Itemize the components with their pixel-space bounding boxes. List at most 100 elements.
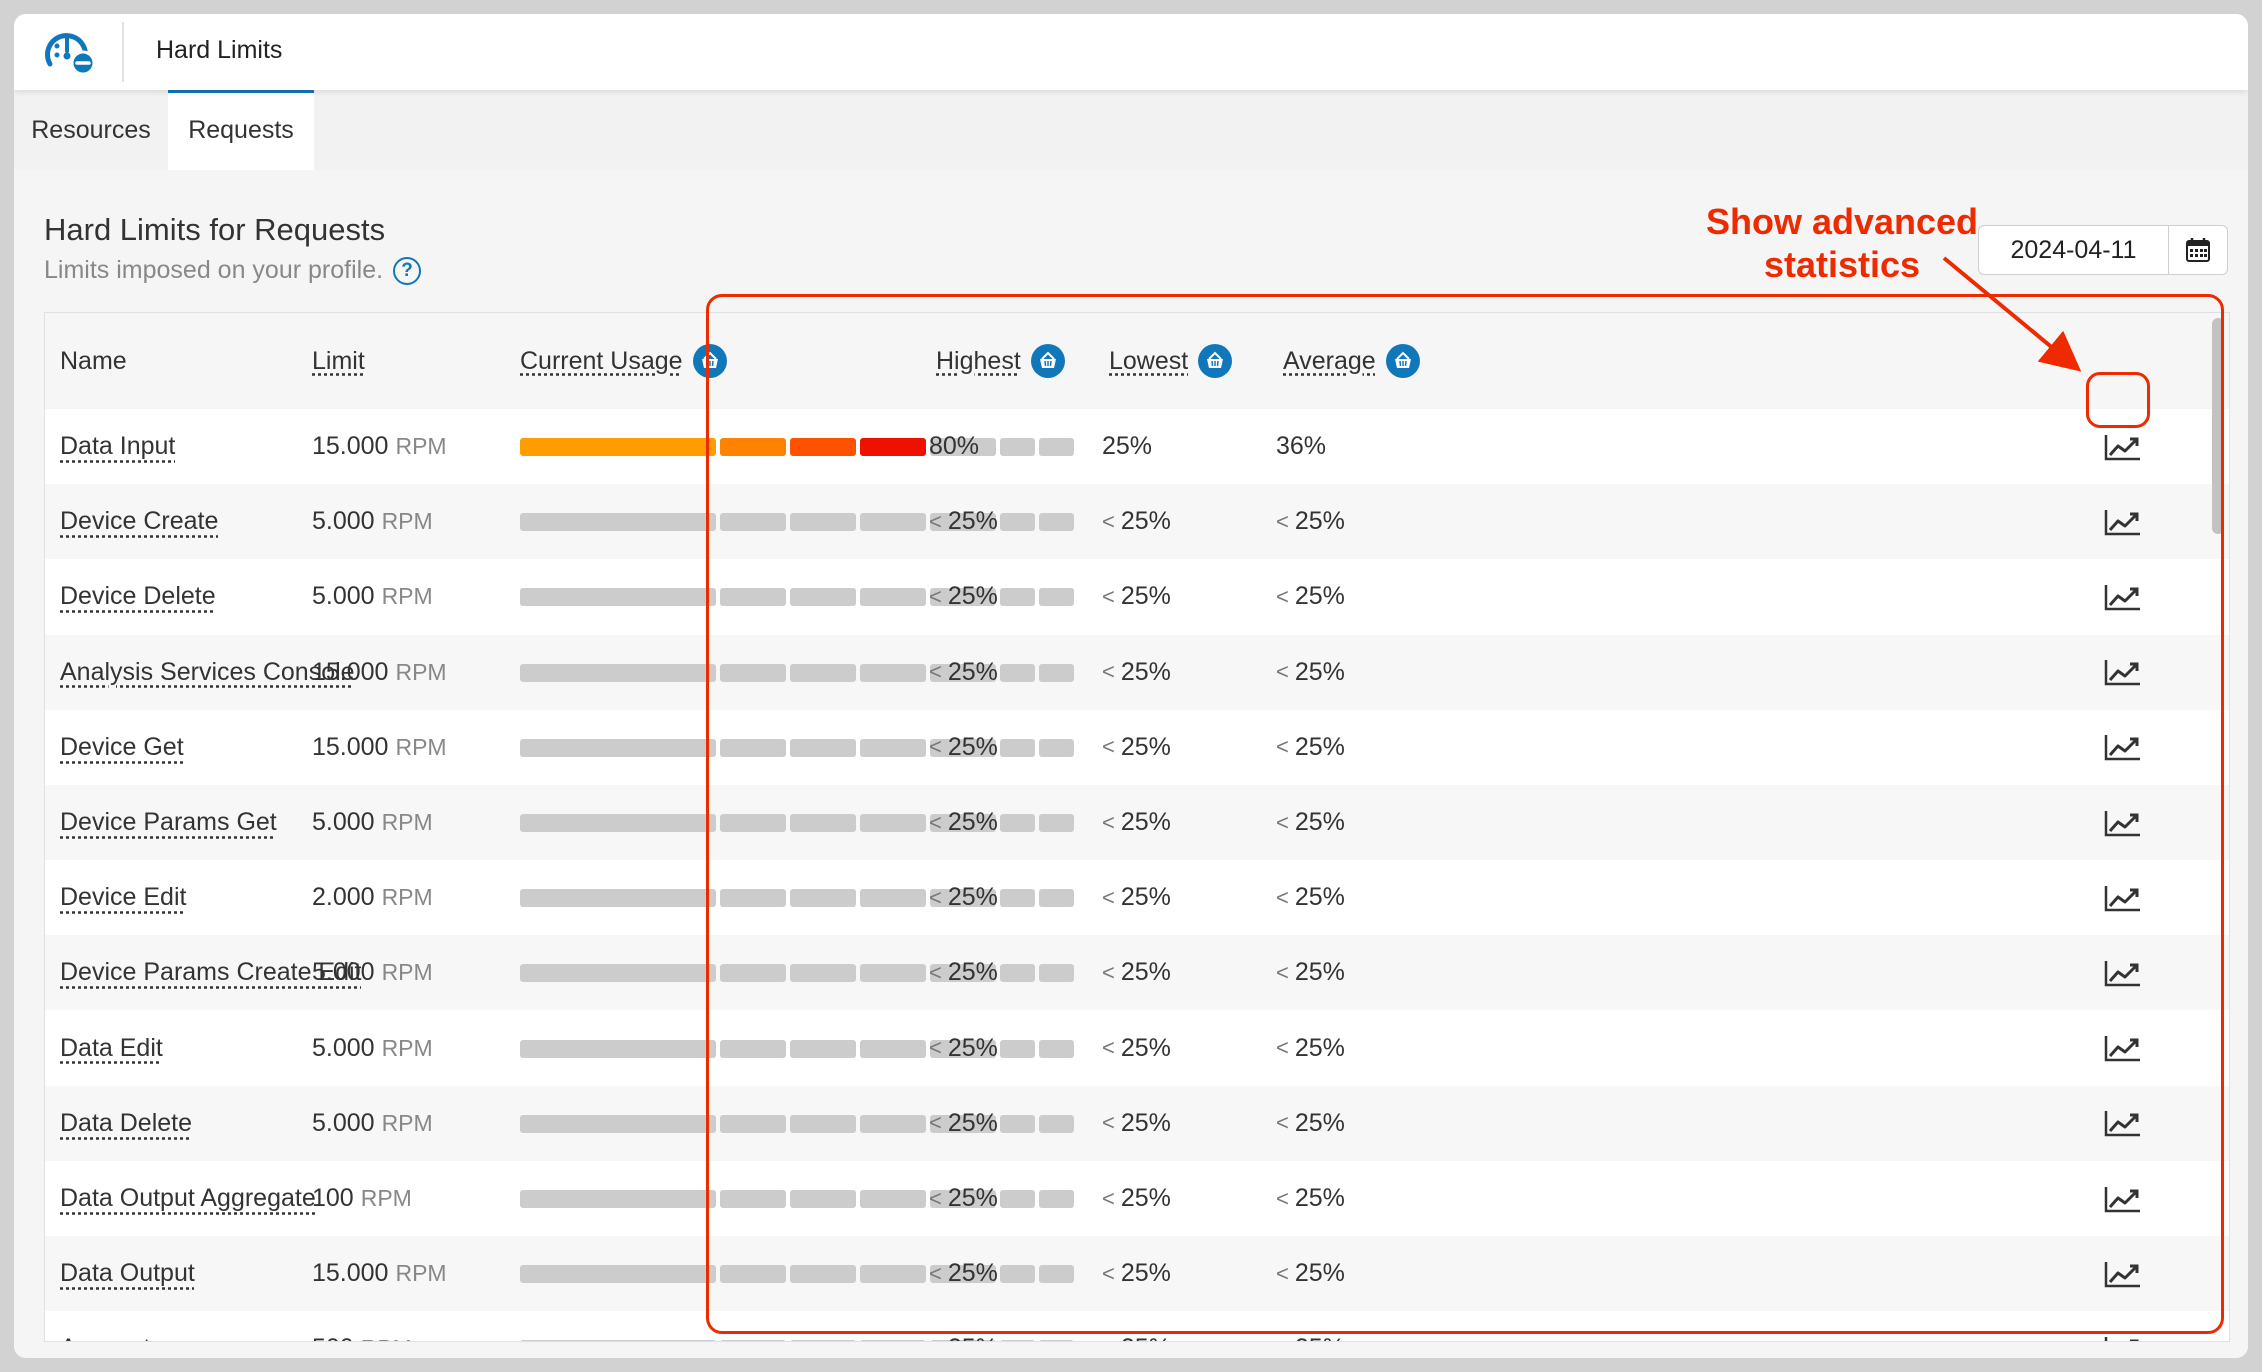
header-highest-label[interactable]: Highest [936,347,1021,376]
limit-name-link[interactable]: Device Get [60,733,184,762]
section-title: Hard Limits for Requests [44,212,386,247]
usage-bar-segment [1039,1190,1074,1208]
less-than-symbol: < [929,508,942,534]
limit-name-link[interactable]: Analysis Services Console [60,658,355,687]
usage-bar-segment [520,438,716,456]
section-subtitle-text: Limits imposed on your profile. [44,256,384,284]
lowest-value-cell: <25% [1102,1236,1171,1311]
trend-chart-icon[interactable] [2103,860,2143,935]
header-lowest[interactable]: Lowest [1109,313,1233,409]
header-limit[interactable]: Limit [312,313,365,409]
limit-value: 15.000 [312,432,389,460]
table-row: Data Input 15.000 RPM 80% 25% 36% [45,409,2229,484]
trend-chart-icon[interactable] [2103,935,2143,1010]
limit-name-link[interactable]: Data Output [60,1259,195,1288]
highest-value: 25% [947,507,998,536]
limit-name-link[interactable]: Device Edit [60,883,186,912]
trend-chart-icon[interactable] [2103,785,2143,860]
highest-value: 25% [947,657,998,686]
less-than-symbol: < [929,583,942,609]
trend-chart-icon[interactable] [2103,1311,2143,1341]
table-row: Device Create 5.000 RPM <25% <25% <25% [45,484,2229,560]
limit-name-link[interactable]: Data Input [60,432,175,461]
usage-bar [520,1236,1074,1311]
usage-bar-segment [1039,588,1074,607]
trend-chart-icon[interactable] [2103,635,2143,710]
usage-bar-segment [860,1265,926,1284]
usage-bar [520,935,1074,1010]
limit-name-link[interactable]: Data Output Aggregate [60,1184,316,1213]
less-than-symbol: < [1102,884,1115,910]
usage-bar-segment [720,1265,786,1284]
header-limit-label[interactable]: Limit [312,347,365,376]
header-average[interactable]: Average [1283,313,1420,409]
limit-name-link[interactable]: Account [60,1334,150,1341]
calendar-icon[interactable] [2169,226,2227,274]
header-lowest-label[interactable]: Lowest [1109,347,1188,376]
trend-chart-icon[interactable] [2103,559,2143,634]
basket-icon[interactable] [1385,344,1420,378]
table-row: Account500RPM<25%<25%<25% [45,1311,2229,1341]
limit-value: 500 [312,1334,354,1341]
highest-value-cell: <25% [929,935,998,1010]
usage-bar-segment [790,738,856,757]
less-than-symbol: < [1276,1110,1289,1136]
less-than-symbol: < [1102,809,1115,835]
average-value-cell: <25% [1276,559,1345,634]
table-row: Device Edit 2.000 RPM <25% <25% <25% [45,860,2229,935]
usage-bar [520,635,1074,710]
header-current-usage[interactable]: Current Usage [520,313,727,409]
limit-unit: RPM [360,1185,412,1211]
trend-chart-icon[interactable] [2103,710,2143,785]
average-value: 25% [1294,657,1345,686]
tab-resources[interactable]: Resources [14,90,168,170]
basket-icon[interactable] [1198,344,1233,378]
usage-bar-segment [790,1190,856,1208]
less-than-symbol: < [929,884,942,910]
limit-name-link[interactable]: Data Edit [60,1034,163,1063]
trend-chart-icon[interactable] [2103,1161,2143,1236]
basket-icon[interactable] [692,344,727,378]
limit-unit: RPM [395,433,447,459]
lowest-value: 25% [1120,958,1171,987]
usage-bar-segment [520,1265,716,1284]
highest-value: 25% [947,1033,998,1062]
usage-bar-segment [790,1114,856,1133]
header-highest[interactable]: Highest [936,313,1065,409]
help-icon[interactable]: ? [393,256,422,285]
trend-chart-icon[interactable] [2103,409,2143,484]
header-name-label: Name [60,346,127,375]
tab-requests[interactable]: Requests [168,90,314,170]
limit-name-link[interactable]: Device Create [60,507,218,536]
limit-unit: RPM [381,959,433,986]
scrollbar-thumb[interactable] [2212,318,2224,534]
usage-bar-segment [1000,1114,1035,1133]
lowest-value: 25% [1120,1033,1171,1062]
limit-name-link[interactable]: Device Params Get [60,808,277,837]
less-than-symbol: < [929,809,942,835]
header-current-usage-label[interactable]: Current Usage [520,347,683,376]
limit-name-link[interactable]: Device Delete [60,582,216,611]
trend-chart-icon[interactable] [2103,484,2143,559]
less-than-symbol: < [1102,583,1115,609]
header-average-label[interactable]: Average [1283,347,1376,376]
date-input[interactable]: 2024-04-11 [1979,226,2169,274]
trend-chart-icon[interactable] [2103,1086,2143,1161]
limit-name-link[interactable]: Data Delete [60,1109,192,1138]
usage-bar-segment [520,513,716,532]
table-row: Device Params Create Edit 5.000 RPM <25% <25… [45,935,2229,1011]
trend-chart-icon[interactable] [2103,1236,2143,1311]
limit-value: 15.000 [312,657,389,686]
usage-bar-segment [790,588,856,607]
date-picker[interactable]: 2024-04-11 [1978,225,2228,275]
average-value-cell: <25% [1276,710,1345,785]
trend-chart-icon[interactable] [2103,1011,2143,1086]
less-than-symbol: < [929,959,942,985]
less-than-symbol: < [929,1336,942,1341]
usage-bar-segment [520,1114,716,1133]
basket-icon[interactable] [1030,344,1065,378]
usage-bar-segment [790,1265,856,1284]
usage-bar [520,409,1074,484]
usage-bar-segment [860,738,926,757]
table-scrollbar[interactable] [2212,318,2224,1336]
